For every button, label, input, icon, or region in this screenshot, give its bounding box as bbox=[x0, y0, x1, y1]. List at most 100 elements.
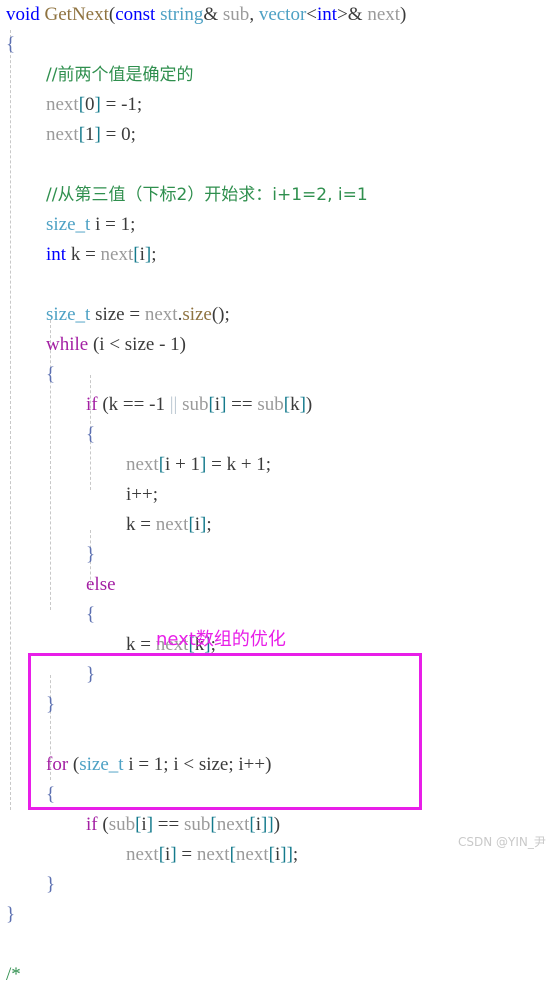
code-line[interactable] bbox=[0, 720, 559, 750]
code-token: ; bbox=[151, 244, 157, 265]
code-token: sub bbox=[257, 394, 284, 415]
code-line[interactable]: else bbox=[0, 570, 559, 600]
code-token: ; bbox=[206, 514, 212, 535]
code-line[interactable]: { bbox=[0, 360, 559, 390]
code-token: sub bbox=[108, 814, 136, 835]
code-token: & bbox=[203, 4, 223, 25]
code-token: next bbox=[100, 244, 134, 265]
code-token: next bbox=[144, 304, 178, 325]
code-token: 0 bbox=[85, 94, 95, 115]
code-token: for bbox=[46, 754, 69, 775]
code-line[interactable]: } bbox=[0, 540, 559, 570]
code-token: next bbox=[46, 124, 79, 145]
code-line[interactable]: } bbox=[0, 690, 559, 720]
code-line[interactable]: next[0] = -1; bbox=[0, 90, 559, 120]
code-line[interactable]: } bbox=[0, 870, 559, 900]
code-token: if bbox=[86, 394, 98, 415]
code-line[interactable]: i++; bbox=[0, 480, 559, 510]
code-token: string bbox=[160, 4, 204, 25]
csdn-watermark: CSDN @YIN_尹 bbox=[458, 835, 546, 849]
code-token: next bbox=[126, 844, 159, 865]
code-token: } bbox=[86, 664, 96, 685]
code-token: } bbox=[86, 544, 96, 565]
code-line[interactable]: while (i < size - 1) bbox=[0, 330, 559, 360]
code-line[interactable]: void GetNext(const string& sub, vector<i… bbox=[0, 0, 559, 30]
code-token: < bbox=[306, 4, 318, 25]
code-token: sub bbox=[222, 4, 250, 25]
code-line[interactable]: int k = next[i]; bbox=[0, 240, 559, 270]
code-token: while bbox=[46, 334, 89, 355]
code-token: = 0; bbox=[100, 124, 136, 145]
code-token: { bbox=[46, 784, 56, 805]
code-token: == bbox=[153, 814, 184, 835]
code-token: } bbox=[6, 904, 16, 925]
code-line[interactable]: k = next[i]; bbox=[0, 510, 559, 540]
code-token: next bbox=[235, 844, 269, 865]
code-line[interactable]: next[1] = 0; bbox=[0, 120, 559, 150]
code-line[interactable]: next[i + 1] = k + 1; bbox=[0, 450, 559, 480]
code-token: = -1; bbox=[100, 94, 143, 115]
code-token: k = bbox=[126, 634, 156, 655]
code-line[interactable]: { bbox=[0, 780, 559, 810]
code-line[interactable]: //从第三值（下标2）开始求：i+1=2, i=1 bbox=[0, 180, 559, 210]
code-token: >& bbox=[337, 4, 368, 25]
code-line[interactable]: { bbox=[0, 420, 559, 450]
code-token: size_t bbox=[79, 754, 124, 775]
code-line[interactable] bbox=[0, 150, 559, 180]
code-line[interactable]: { bbox=[0, 30, 559, 60]
code-token: void bbox=[6, 4, 40, 25]
code-token: next bbox=[126, 454, 159, 475]
code-token: size_t bbox=[46, 304, 91, 325]
code-token: vector bbox=[258, 4, 307, 25]
code-line[interactable]: size_t i = 1; bbox=[0, 210, 559, 240]
code-token: ) bbox=[305, 394, 313, 415]
code-line[interactable]: { bbox=[0, 600, 559, 630]
code-token: == bbox=[226, 394, 258, 415]
code-token: ; bbox=[292, 844, 299, 865]
code-token: size = bbox=[90, 304, 145, 325]
code-token: int bbox=[46, 244, 67, 265]
code-token: i = 1; bbox=[90, 214, 136, 235]
code-token: = k + 1; bbox=[206, 454, 272, 475]
code-token: const bbox=[115, 4, 156, 25]
code-token: = bbox=[176, 844, 197, 865]
code-line[interactable]: size_t size = next.size(); bbox=[0, 300, 559, 330]
code-line[interactable]: /* bbox=[0, 960, 559, 990]
code-line[interactable] bbox=[0, 930, 559, 960]
code-token: k bbox=[290, 394, 300, 415]
code-token: if bbox=[86, 814, 98, 835]
code-token: int bbox=[317, 4, 338, 25]
code-editor: void GetNext(const string& sub, vector<i… bbox=[0, 0, 559, 985]
code-token: { bbox=[6, 34, 16, 55]
code-token: next bbox=[155, 514, 189, 535]
code-token: , bbox=[249, 4, 259, 25]
code-token: i = 1; i < size; i++) bbox=[123, 754, 272, 775]
code-line[interactable]: } bbox=[0, 660, 559, 690]
code-token: next bbox=[367, 4, 401, 25]
code-line[interactable]: } bbox=[0, 900, 559, 930]
code-token: size_t bbox=[46, 214, 91, 235]
code-token: { bbox=[86, 424, 96, 445]
code-token: GetNext bbox=[44, 4, 109, 25]
code-token: } bbox=[46, 694, 56, 715]
code-token: next bbox=[46, 94, 79, 115]
code-line[interactable]: //前两个值是确定的 bbox=[0, 60, 559, 90]
code-token: 1 bbox=[85, 124, 95, 145]
code-token: /* bbox=[6, 964, 21, 985]
code-token: sub bbox=[183, 814, 211, 835]
code-token: k = bbox=[126, 514, 156, 535]
code-line[interactable]: for (size_t i = 1; i < size; i++) bbox=[0, 750, 559, 780]
code-token: ) bbox=[273, 814, 281, 835]
code-token: //从第三值（下标2）开始求：i+1=2, i=1 bbox=[46, 185, 368, 205]
code-token: i + 1 bbox=[165, 454, 201, 475]
code-token: { bbox=[46, 364, 56, 385]
code-token: (k == -1 bbox=[97, 394, 170, 415]
code-token: size bbox=[182, 304, 212, 325]
code-line[interactable] bbox=[0, 270, 559, 300]
code-token: i++; bbox=[126, 484, 158, 505]
code-token: (i < size - 1) bbox=[88, 334, 186, 355]
code-token: //前两个值是确定的 bbox=[46, 65, 194, 85]
code-token: else bbox=[86, 574, 116, 595]
code-line[interactable]: if (k == -1 || sub[i] == sub[k]) bbox=[0, 390, 559, 420]
code-token: next bbox=[196, 844, 230, 865]
